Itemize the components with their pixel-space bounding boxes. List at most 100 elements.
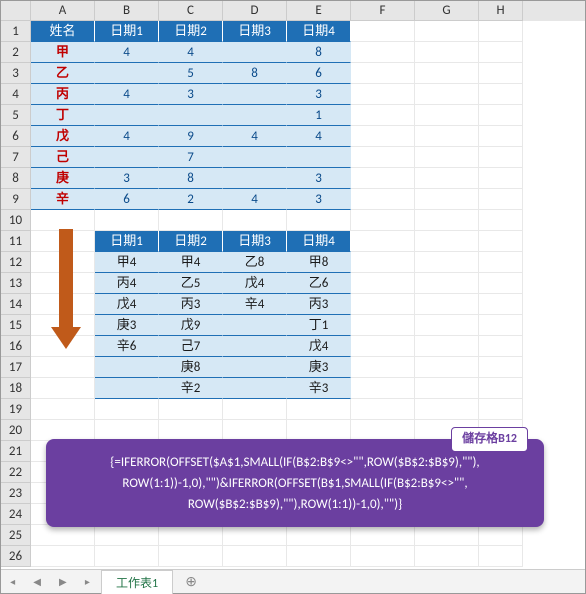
table2-value[interactable]: 庚8 <box>159 357 223 378</box>
table2-value[interactable] <box>95 357 159 378</box>
cell[interactable] <box>31 273 95 294</box>
cell[interactable] <box>351 378 415 399</box>
table1-name[interactable]: 丁 <box>31 105 95 126</box>
cell[interactable] <box>159 210 223 231</box>
table2-value[interactable] <box>223 378 287 399</box>
cell[interactable] <box>351 210 415 231</box>
table1-header[interactable]: 日期1 <box>95 21 159 42</box>
col-header-G[interactable]: G <box>415 1 479 21</box>
cell[interactable] <box>479 525 523 546</box>
cell[interactable] <box>159 399 223 420</box>
row-header[interactable]: 25 <box>1 525 31 546</box>
row-header[interactable]: 6 <box>1 126 31 147</box>
cell[interactable] <box>415 42 479 63</box>
row-header[interactable]: 8 <box>1 168 31 189</box>
cell[interactable] <box>415 294 479 315</box>
row-header[interactable]: 10 <box>1 210 31 231</box>
col-header-D[interactable]: D <box>223 1 287 21</box>
cell[interactable] <box>479 42 523 63</box>
table2-value[interactable]: 甲8 <box>287 252 351 273</box>
cell[interactable] <box>31 231 95 252</box>
table2-header[interactable]: 日期1 <box>95 231 159 252</box>
cell[interactable] <box>415 84 479 105</box>
row-header[interactable]: 18 <box>1 378 31 399</box>
cell[interactable] <box>351 147 415 168</box>
table1-name[interactable]: 戊 <box>31 126 95 147</box>
table1-value[interactable]: 6 <box>95 189 159 210</box>
table2-value[interactable]: 辛6 <box>95 336 159 357</box>
cell[interactable] <box>479 105 523 126</box>
row-header[interactable]: 2 <box>1 42 31 63</box>
table2-value[interactable]: 戊9 <box>159 315 223 336</box>
cell[interactable] <box>479 252 523 273</box>
table1-value[interactable]: 4 <box>95 126 159 147</box>
table2-value[interactable]: 戊4 <box>223 273 287 294</box>
table2-value[interactable] <box>223 315 287 336</box>
table1-value[interactable] <box>223 105 287 126</box>
col-header-C[interactable]: C <box>159 1 223 21</box>
cell[interactable] <box>351 525 415 546</box>
table2-header[interactable]: 日期4 <box>287 231 351 252</box>
cell[interactable] <box>351 546 415 567</box>
cell[interactable] <box>31 336 95 357</box>
col-header-A[interactable]: A <box>31 1 95 21</box>
cell[interactable] <box>479 336 523 357</box>
table1-name[interactable]: 丙 <box>31 84 95 105</box>
tab-nav-prev-icon[interactable]: ◀ <box>33 575 41 588</box>
cell[interactable] <box>31 294 95 315</box>
table1-value[interactable] <box>287 147 351 168</box>
cell[interactable] <box>287 399 351 420</box>
row-header[interactable]: 26 <box>1 546 31 567</box>
table2-value[interactable]: 丙3 <box>287 294 351 315</box>
table1-value[interactable]: 4 <box>95 84 159 105</box>
cell[interactable] <box>159 525 223 546</box>
cell[interactable] <box>351 294 415 315</box>
cell[interactable] <box>31 378 95 399</box>
table1-value[interactable] <box>95 147 159 168</box>
row-header[interactable]: 22 <box>1 462 31 483</box>
cell[interactable] <box>415 63 479 84</box>
cell[interactable] <box>415 399 479 420</box>
cell[interactable] <box>351 336 415 357</box>
table1-value[interactable]: 8 <box>159 168 223 189</box>
row-header[interactable]: 9 <box>1 189 31 210</box>
row-header[interactable]: 4 <box>1 84 31 105</box>
table2-header[interactable]: 日期2 <box>159 231 223 252</box>
table1-value[interactable] <box>223 42 287 63</box>
row-header[interactable]: 16 <box>1 336 31 357</box>
table1-header[interactable]: 日期2 <box>159 21 223 42</box>
table1-value[interactable]: 4 <box>223 126 287 147</box>
cell[interactable] <box>95 546 159 567</box>
table2-value[interactable]: 甲4 <box>95 252 159 273</box>
table2-value[interactable]: 戊4 <box>287 336 351 357</box>
row-header[interactable]: 17 <box>1 357 31 378</box>
cell[interactable] <box>95 525 159 546</box>
table2-value[interactable]: 乙6 <box>287 273 351 294</box>
cell[interactable] <box>351 126 415 147</box>
cell[interactable] <box>95 399 159 420</box>
cell[interactable] <box>31 315 95 336</box>
table2-value[interactable]: 戊4 <box>95 294 159 315</box>
table2-value[interactable]: 甲4 <box>159 252 223 273</box>
table1-value[interactable] <box>159 105 223 126</box>
cell[interactable] <box>479 399 523 420</box>
cell[interactable] <box>479 546 523 567</box>
cell[interactable] <box>415 546 479 567</box>
cell[interactable] <box>479 168 523 189</box>
table1-value[interactable]: 3 <box>287 84 351 105</box>
cell[interactable] <box>479 147 523 168</box>
row-header[interactable]: 21 <box>1 441 31 462</box>
row-header[interactable]: 24 <box>1 504 31 525</box>
table1-value[interactable]: 5 <box>159 63 223 84</box>
select-all-corner[interactable] <box>1 1 31 21</box>
cell[interactable] <box>415 126 479 147</box>
col-header-B[interactable]: B <box>95 1 159 21</box>
table2-value[interactable]: 辛3 <box>287 378 351 399</box>
cell[interactable] <box>415 378 479 399</box>
cell[interactable] <box>415 210 479 231</box>
table1-value[interactable]: 8 <box>223 63 287 84</box>
table1-value[interactable]: 4 <box>159 42 223 63</box>
table1-name[interactable]: 辛 <box>31 189 95 210</box>
row-header[interactable]: 23 <box>1 483 31 504</box>
table2-value[interactable]: 庚3 <box>287 357 351 378</box>
